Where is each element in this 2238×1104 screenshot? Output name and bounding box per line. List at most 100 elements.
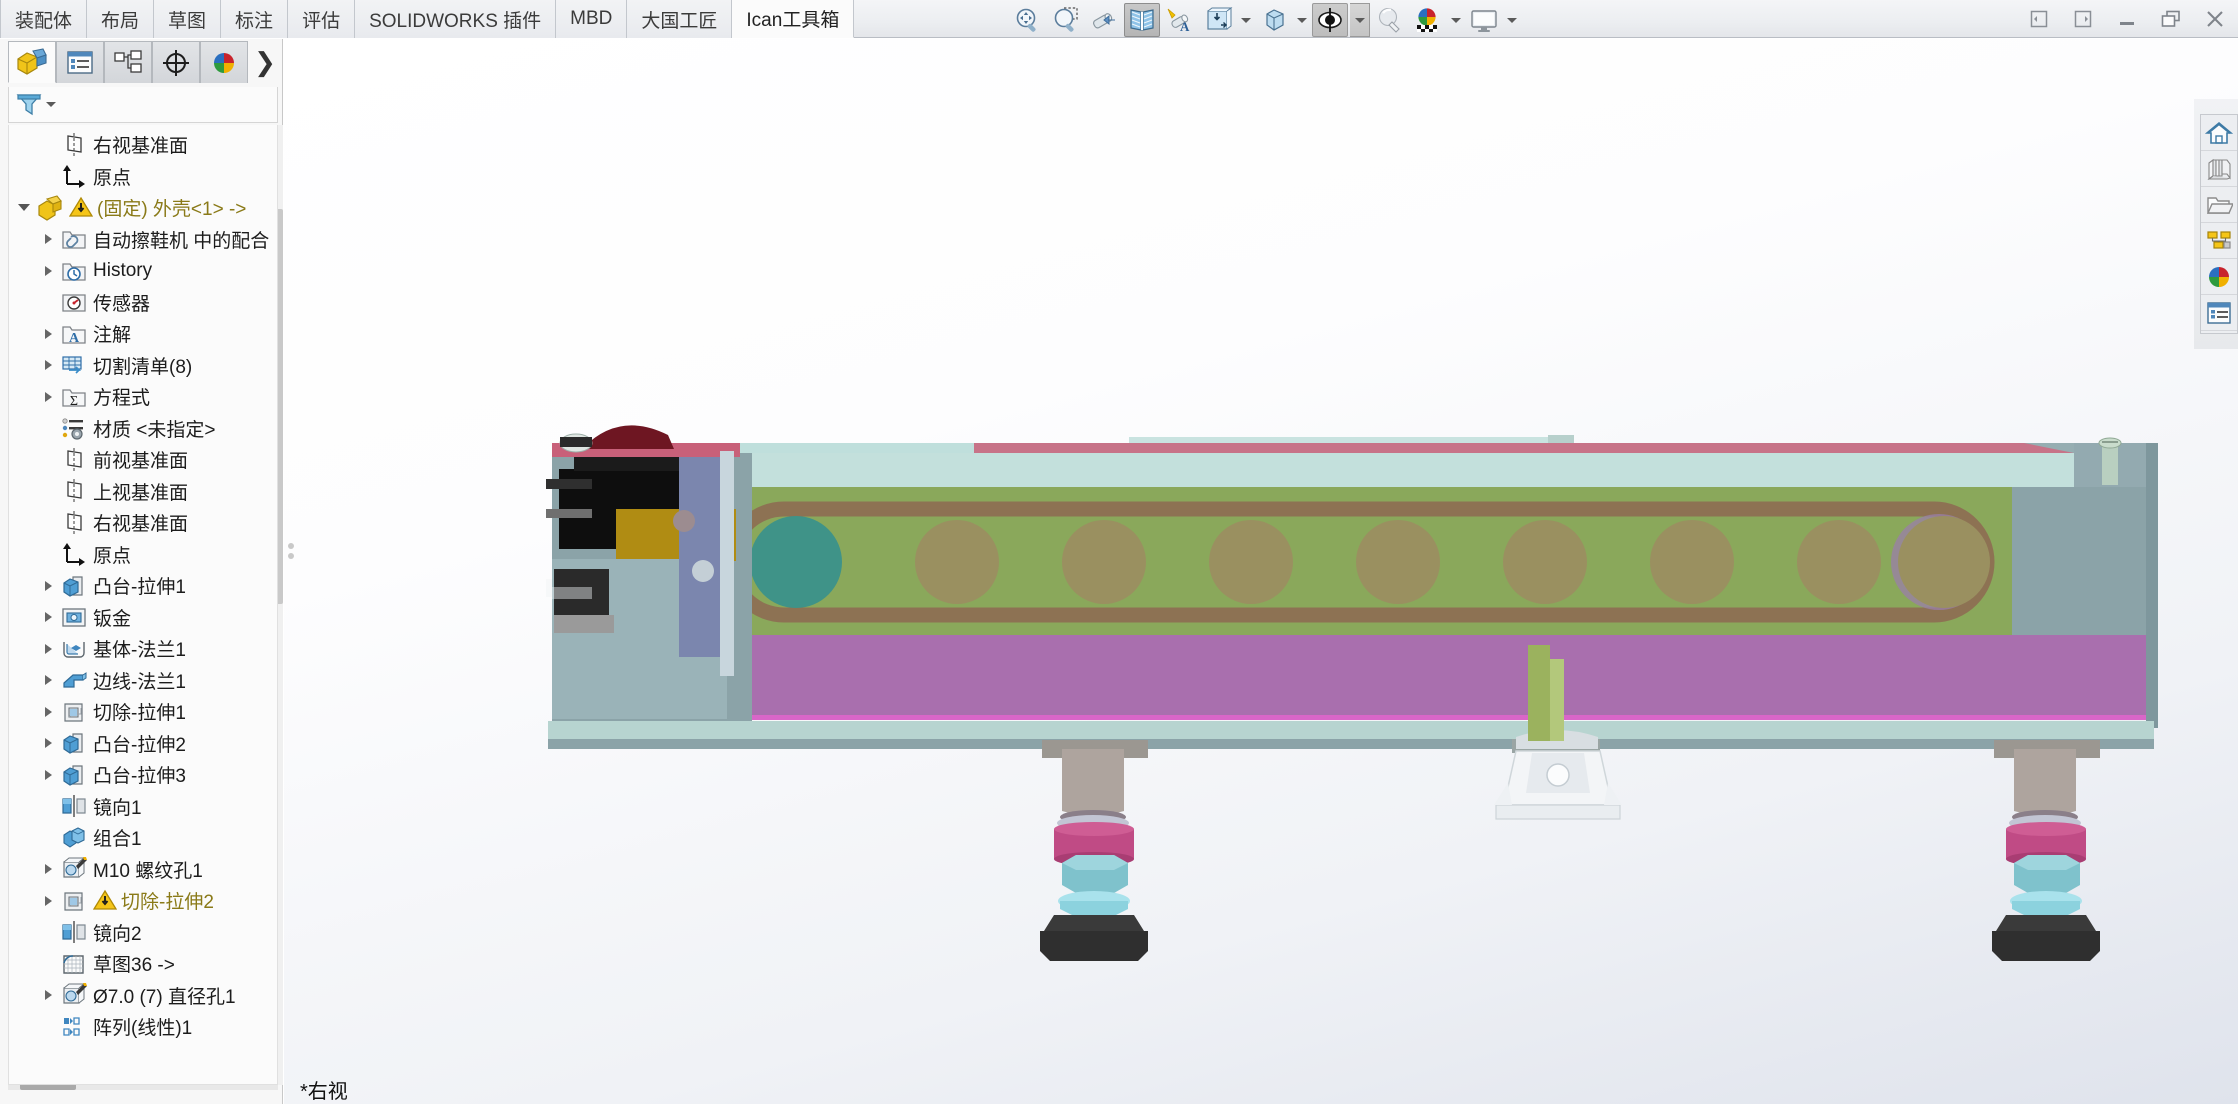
feature-tree-item[interactable]: 阵列(线性)1 (9, 1011, 277, 1043)
origin-icon (63, 165, 85, 189)
expand-arrow-icon[interactable] (37, 318, 59, 349)
feature-tree-item[interactable]: 切割清单(8) (9, 350, 277, 382)
display-monitor-caret-icon[interactable] (1504, 3, 1520, 37)
appearances-icon[interactable] (1410, 3, 1446, 37)
expand-arrow-icon[interactable] (37, 570, 59, 601)
feature-tree-item[interactable]: 钣金 (9, 602, 277, 634)
feature-tree-item[interactable]: M10 螺纹孔1 (9, 854, 277, 886)
feature-tree-item[interactable]: 原点 (9, 539, 277, 571)
feature-manager-more-tabs-button[interactable]: ❯ (248, 41, 282, 83)
file-explorer-folder-icon[interactable] (2201, 187, 2237, 223)
display-monitor-icon[interactable] (1466, 3, 1502, 37)
feature-tree-item[interactable]: A 注解 (9, 318, 277, 350)
restore-doc-left-icon[interactable] (2024, 4, 2054, 34)
close-icon[interactable] (2200, 4, 2230, 34)
feature-tree-item[interactable]: 凸台-拉伸3 (9, 759, 277, 791)
plane-icon (67, 510, 82, 534)
view-palette-icon[interactable] (2201, 223, 2237, 259)
feature-tree-item[interactable]: History (9, 255, 277, 287)
feature-tree-item[interactable]: 切除-拉伸1 (9, 696, 277, 728)
feature-tree-item[interactable]: 草图36 -> (9, 948, 277, 980)
design-library-icon[interactable] (2201, 151, 2237, 187)
expand-arrow-icon[interactable] (37, 885, 59, 916)
ribbon-tab-1[interactable]: 布局 (87, 0, 155, 38)
expand-arrow-icon[interactable] (37, 255, 59, 286)
feature-tree-item[interactable]: Ø7.0 (7) 直径孔1 (9, 980, 277, 1012)
zoom-to-area-icon[interactable] (1048, 3, 1084, 37)
view-orientation-text-icon[interactable]: A (1162, 3, 1198, 37)
feature-tree-item-label: 上视基准面 (93, 482, 189, 504)
expand-arrow-icon[interactable] (37, 759, 59, 790)
feature-tree-item[interactable]: 凸台-拉伸2 (9, 728, 277, 760)
ribbon-tab-8[interactable]: Ican工具箱 (732, 0, 855, 38)
filter-caret-icon[interactable] (46, 102, 56, 107)
feature-tree-item[interactable]: 自动擦鞋机 中的配合 (9, 224, 277, 256)
property-manager-tab[interactable] (56, 41, 104, 83)
expand-arrow-icon[interactable] (37, 224, 59, 255)
expand-arrow-icon[interactable] (37, 854, 59, 885)
feature-tree-item[interactable]: 切除-拉伸2 (9, 885, 277, 917)
feature-tree-item[interactable]: 凸台-拉伸1 (9, 570, 277, 602)
plane-icon (67, 132, 82, 156)
restore-doc-right-icon[interactable] (2068, 4, 2098, 34)
expand-arrow-icon[interactable] (37, 350, 59, 381)
feature-tree-item[interactable]: 原点 (9, 161, 277, 193)
hide-show-caret-icon[interactable] (1238, 3, 1254, 37)
collapse-arrow-icon[interactable] (13, 192, 35, 223)
ribbon-tab-4[interactable]: 评估 (288, 0, 356, 38)
maximize-restore-icon[interactable] (2156, 4, 2186, 34)
graphics-viewport[interactable]: Y Z *右视 (284, 39, 2238, 1104)
feature-tree-item[interactable]: 材质 <未指定> (9, 413, 277, 445)
display-style-caret-icon[interactable] (1294, 3, 1310, 37)
feature-tree-item[interactable]: 边线-法兰1 (9, 665, 277, 697)
ribbon-tab-2[interactable]: 草图 (154, 0, 222, 38)
panel-splitter-handle[interactable] (288, 539, 296, 561)
appearances-caret-icon[interactable] (1448, 3, 1464, 37)
expand-arrow-icon[interactable] (37, 633, 59, 664)
minimize-icon[interactable] (2112, 4, 2142, 34)
feature-tree-item[interactable]: Σ 方程式 (9, 381, 277, 413)
configuration-manager-tab[interactable] (104, 41, 152, 83)
expand-arrow-icon[interactable] (37, 728, 59, 759)
ribbon-tab-7[interactable]: 大国工匠 (627, 0, 733, 38)
sensors-icon (62, 294, 86, 312)
dimxpert-manager-tab[interactable] (152, 41, 200, 83)
expand-arrow-icon[interactable] (37, 381, 59, 412)
feature-tree-item[interactable]: 组合1 (9, 822, 277, 854)
feature-tree-item[interactable]: 传感器 (9, 287, 277, 319)
apply-scene-icon[interactable] (1372, 3, 1408, 37)
feature-tree-item[interactable]: 前视基准面 (9, 444, 277, 476)
feature-tree[interactable]: 右视基准面 原点 (固定) 外壳<1> -> 自动擦鞋机 中的配合 History 传感器… (8, 125, 278, 1085)
expand-arrow-icon[interactable] (37, 980, 59, 1011)
feature-tree-item[interactable]: 镜向2 (9, 917, 277, 949)
ribbon-tab-6[interactable]: MBD (556, 0, 628, 38)
feature-tree-item-label: 切除-拉伸1 (93, 703, 186, 725)
solidworks-resources-home-icon[interactable] (2201, 115, 2237, 151)
view-settings-caret-icon[interactable] (1350, 3, 1370, 37)
display-manager-tab[interactable] (200, 41, 248, 83)
appearances-scenes-decals-icon[interactable] (2201, 259, 2237, 295)
expand-arrow-icon[interactable] (37, 602, 59, 633)
feature-tree-item[interactable]: (固定) 外壳<1> -> (9, 192, 277, 224)
section-view-icon[interactable] (1124, 3, 1160, 37)
view-settings-eye-icon[interactable] (1312, 3, 1348, 37)
feature-tree-item[interactable]: 镜向1 (9, 791, 277, 823)
hole-wizard-icon (59, 980, 89, 1010)
feature-tree-item[interactable]: 右视基准面 (9, 507, 277, 539)
feature-manager-design-tree-tab[interactable] (8, 41, 56, 83)
feature-tree-item-label: M10 螺纹孔1 (93, 860, 203, 882)
feature-tree-filter[interactable] (8, 87, 278, 123)
ribbon-tab-3[interactable]: 标注 (221, 0, 289, 38)
hide-show-items-icon[interactable] (1200, 3, 1236, 37)
ribbon-tab-5[interactable]: SOLIDWORKS 插件 (355, 0, 557, 38)
custom-properties-icon[interactable] (2201, 295, 2237, 331)
expand-arrow-icon[interactable] (37, 696, 59, 727)
zoom-to-fit-icon[interactable] (1010, 3, 1046, 37)
feature-tree-item[interactable]: 右视基准面 (9, 129, 277, 161)
display-style-icon[interactable] (1256, 3, 1292, 37)
zoom-in-out-icon[interactable] (1086, 3, 1122, 37)
ribbon-tab-0[interactable]: 装配体 (0, 0, 88, 38)
expand-arrow-icon[interactable] (37, 665, 59, 696)
feature-tree-item[interactable]: 上视基准面 (9, 476, 277, 508)
feature-tree-item[interactable]: 基体-法兰1 (9, 633, 277, 665)
